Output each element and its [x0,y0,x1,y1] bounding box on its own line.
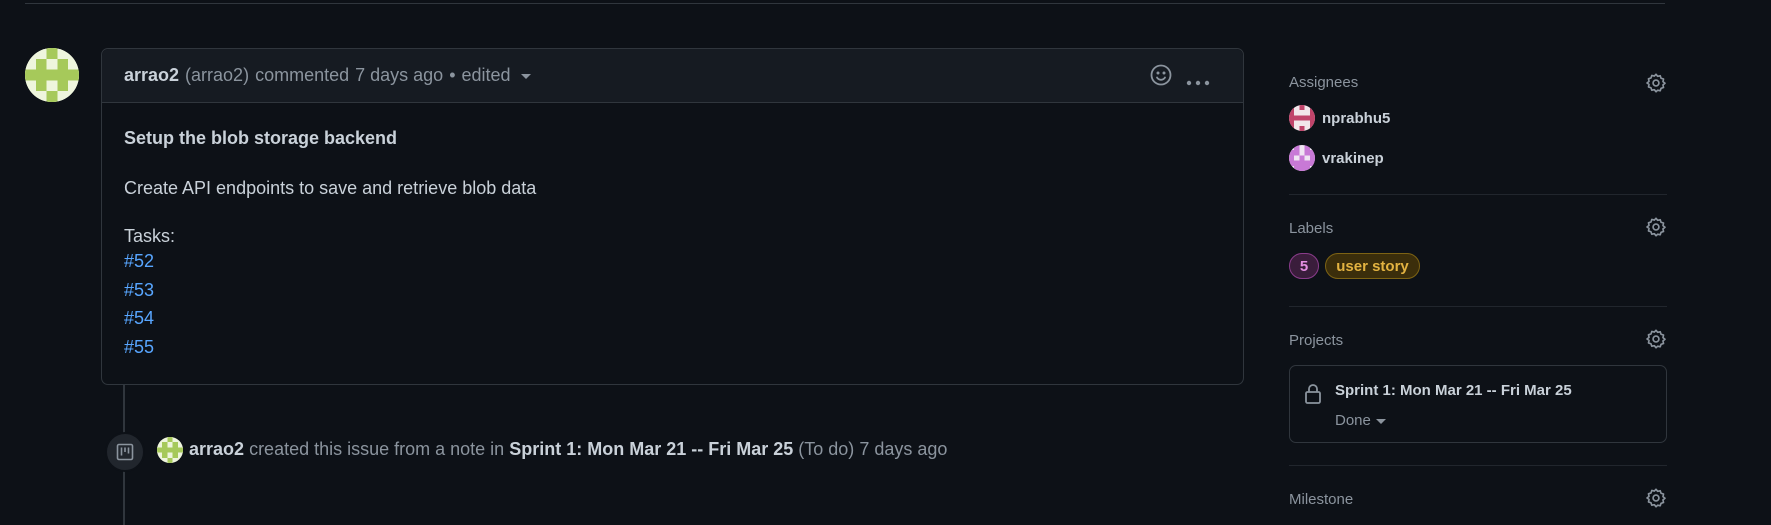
event-text: created this issue from a note in [249,439,505,459]
label-text: 5 [1299,257,1309,275]
project-board-icon [105,432,145,472]
assignee-vrakinep[interactable]: vrakinep [1289,145,1384,171]
labels-title: Labels [1289,220,1334,237]
comment-body-title: Setup the blob storage backend [124,128,398,148]
milestone-title: Milestone [1289,491,1354,508]
gear-icon[interactable] [1645,487,1667,509]
sidebar-divider [1289,465,1667,466]
event-author-avatar[interactable] [157,437,183,463]
edited-label: edited [461,65,511,85]
caret-down-icon [1375,418,1386,424]
tasks-label: Tasks: [124,226,176,246]
assignees-section: Assignees [1289,70,1667,100]
lock-icon [1304,383,1322,410]
gear-icon[interactable] [1645,216,1667,238]
project-name-link[interactable]: Sprint 1: Mon Mar 21 -- Fri Mar 25 [1335,382,1572,399]
comment-action: commented [255,65,350,85]
assignee-nprabhu5[interactable]: nprabhu5 [1289,105,1390,131]
projects-section: Projects [1289,326,1667,356]
caret-down-icon [520,73,531,79]
event-author-link[interactable]: arrao2 [189,439,244,459]
comment-author-link[interactable]: arrao2 [124,65,179,86]
project-status-dropdown[interactable]: Done [1335,412,1386,429]
label-5[interactable]: 5 [1289,253,1319,279]
comment-box: arrao2 (arrao2) commented 7 days ago • e… [101,48,1244,385]
assignee-name: nprabhu5 [1322,109,1391,127]
milestone-section: Milestone [1289,484,1667,514]
comment-header: arrao2 (arrao2) commented 7 days ago • e… [102,49,1243,103]
labels-section: Labels [1289,214,1667,244]
comment-body: Setup the blob storage backend Create AP… [102,103,1243,361]
comment-separator: • [449,65,456,85]
label-user-story[interactable]: user story [1325,253,1420,279]
event-time[interactable]: 7 days ago [859,439,947,459]
comment-body-text: Create API endpoints to save and retriev… [124,178,537,198]
project-card: Sprint 1: Mon Mar 21 -- Fri Mar 25 Done [1289,365,1667,443]
project-status-label: Done [1335,412,1371,429]
sidebar-divider [1289,194,1667,195]
vrakinep-avatar [1289,145,1315,171]
event-column: (To do) [798,439,855,459]
task-link-55[interactable]: #55 [124,333,1221,362]
event-project-link[interactable]: Sprint 1: Mon Mar 21 -- Fri Mar 25 [509,439,793,459]
task-link-52[interactable]: #52 [124,247,1221,276]
task-link-53[interactable]: #53 [124,276,1221,305]
comment-author-avatar[interactable] [25,48,79,102]
comment-time[interactable]: 7 days ago [355,65,443,86]
gear-icon[interactable] [1645,328,1667,350]
nprabhu5-avatar [1289,105,1315,131]
label-text: user story [1336,257,1409,275]
comment-author-handle: (arrao2) [185,65,250,85]
gear-icon[interactable] [1645,72,1667,94]
top-divider [25,3,1665,4]
task-link-54[interactable]: #54 [124,304,1221,333]
timeline-event: arrao2 created this issue from a note in… [189,436,947,462]
edited-dropdown[interactable]: edited [462,65,531,86]
sidebar-divider [1289,306,1667,307]
smiley-icon[interactable] [1149,63,1173,92]
kebab-menu-icon[interactable] [1185,71,1211,92]
assignee-name: vrakinep [1322,149,1384,167]
assignees-title: Assignees [1289,74,1359,91]
projects-title: Projects [1289,332,1344,349]
